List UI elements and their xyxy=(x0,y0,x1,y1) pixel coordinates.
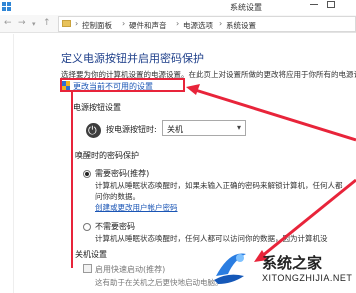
annotation-arrows xyxy=(71,84,356,268)
watermark-logo xyxy=(214,253,246,284)
annotation-arrowhead-link xyxy=(186,84,200,95)
watermark-brand: 系统之家 xyxy=(262,254,323,272)
watermark-url: XITONGZHIJIA.NET xyxy=(262,273,353,283)
annotation-arrow-to-checkbox xyxy=(261,178,356,258)
annotation-arrow-to-link xyxy=(191,87,356,142)
